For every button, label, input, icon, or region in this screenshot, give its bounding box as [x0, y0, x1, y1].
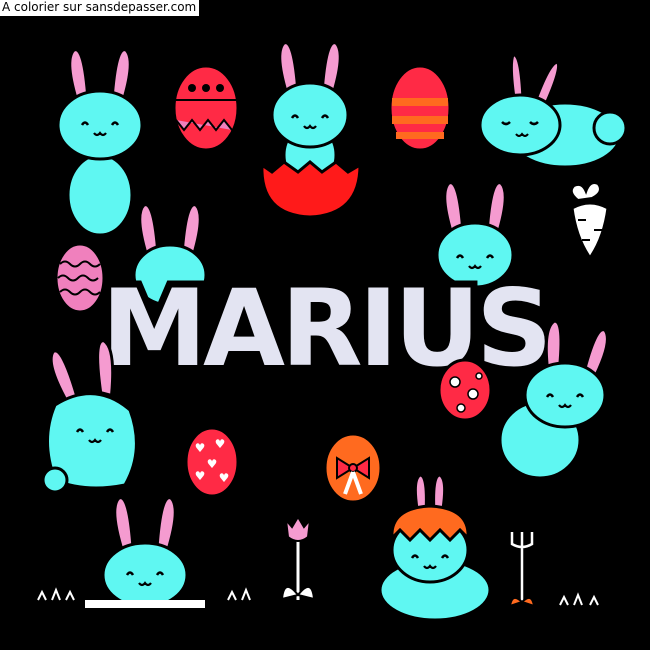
svg-text:♥: ♥ [207, 457, 218, 471]
easter-egg-icon [54, 242, 106, 314]
svg-text:♥: ♥ [219, 471, 230, 485]
easter-coloring-page: MARIUS ♥ ♥ ♥ ♥ ♥ [0, 0, 650, 650]
site-credit: A colorier sur sansdepasser.com [0, 0, 200, 16]
easter-egg-icon [172, 64, 240, 152]
svg-text:♥: ♥ [195, 469, 206, 483]
svg-text:♥: ♥ [195, 441, 206, 455]
svg-text:♥: ♥ [215, 437, 226, 451]
easter-egg-icon [388, 64, 452, 152]
easter-egg-icon [437, 358, 493, 422]
easter-egg-icon [323, 432, 383, 504]
easter-egg-icon: ♥ ♥ ♥ ♥ ♥ [184, 426, 240, 498]
